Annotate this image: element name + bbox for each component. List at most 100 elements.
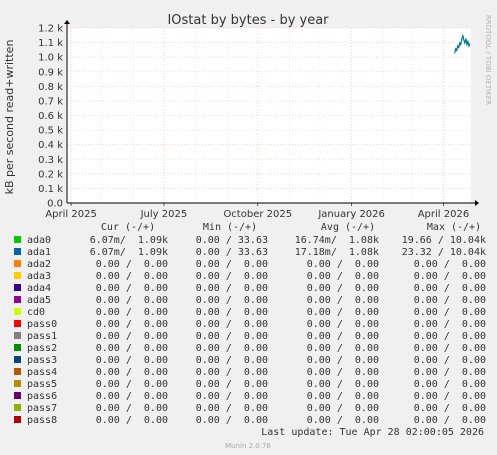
y-tick-label: 0.9 k — [38, 67, 63, 78]
legend-value: 0.00 / 0.00 — [96, 403, 168, 414]
legend-value: 0.00 / 0.00 — [196, 379, 268, 390]
legend-header: Max (-/+) — [427, 222, 481, 233]
legend-value: 17.18m/ 1.08k — [295, 247, 379, 258]
legend-value: 0.00 / 0.00 — [307, 415, 379, 426]
legend-value: 0.00 / 0.00 — [414, 259, 486, 270]
y-tick-label: 1.2 k — [38, 24, 63, 35]
legend-value: 0.00 / 0.00 — [196, 331, 268, 342]
iostat-chart: IOstat by bytes - by year kB per second … — [3, 13, 492, 450]
legend-swatch-pass7 — [14, 404, 21, 411]
y-tick-label: 0.6 k — [38, 111, 63, 122]
legend-value: 0.00 / 0.00 — [307, 271, 379, 282]
legend-name: cd0 — [27, 307, 45, 318]
legend-name: ada4 — [27, 283, 51, 294]
legend-swatch-pass6 — [14, 392, 21, 399]
legend-value: 0.00 / 0.00 — [96, 355, 168, 366]
legend-value: 0.00 / 0.00 — [96, 271, 168, 282]
legend-value: 0.00 / 0.00 — [196, 391, 268, 402]
legend-value: 0.00 / 0.00 — [414, 307, 486, 318]
legend-value: 0.00 / 0.00 — [96, 319, 168, 330]
legend-value: 0.00 / 33.63 — [196, 235, 268, 246]
legend-value: 0.00 / 0.00 — [196, 295, 268, 306]
munin-version: Munin 2.0.76 — [225, 442, 271, 450]
legend-value: 0.00 / 0.00 — [196, 355, 268, 366]
legend-header: Min (-/+) — [203, 222, 257, 233]
legend-value: 0.00 / 0.00 — [96, 283, 168, 294]
legend-value: 0.00 / 0.00 — [96, 367, 168, 378]
legend-value: 0.00 / 0.00 — [307, 343, 379, 354]
legend-swatch-ada0 — [14, 236, 21, 243]
legend-value: 0.00 / 0.00 — [414, 403, 486, 414]
legend-value: 0.00 / 0.00 — [196, 367, 268, 378]
legend-value: 0.00 / 0.00 — [96, 343, 168, 354]
legend-value: 0.00 / 0.00 — [307, 403, 379, 414]
legend-value: 0.00 / 0.00 — [196, 403, 268, 414]
legend-name: ada5 — [27, 295, 51, 306]
legend-value: 0.00 / 0.00 — [414, 295, 486, 306]
y-tick-label: 0.4 k — [38, 140, 63, 151]
y-tick-label: 1.1 k — [38, 38, 63, 49]
legend-value: 0.00 / 0.00 — [307, 259, 379, 270]
legend-swatch-pass8 — [14, 416, 21, 423]
legend-value: 0.00 / 0.00 — [96, 415, 168, 426]
x-axis-arrow — [475, 200, 479, 206]
legend-value: 0.00 / 0.00 — [96, 259, 168, 270]
x-tick-label: April 2026 — [418, 209, 469, 220]
x-tick-label: January 2026 — [317, 209, 385, 220]
legend-value: 0.00 / 0.00 — [414, 343, 486, 354]
legend-value: 0.00 / 0.00 — [307, 367, 379, 378]
y-tick-label: 0.5 k — [38, 126, 63, 137]
y-tick-label: 1.0 k — [38, 53, 63, 64]
chart-title: IOstat by bytes - by year — [167, 13, 329, 28]
legend-value: 0.00 / 0.00 — [196, 319, 268, 330]
legend-swatch-pass1 — [14, 332, 21, 339]
rrdtool-credit: RRDTOOL / TOBI OETIKER — [484, 15, 492, 105]
legend-value: 0.00 / 0.00 — [307, 319, 379, 330]
legend-name: pass5 — [27, 379, 57, 390]
legend-value: 0.00 / 0.00 — [307, 307, 379, 318]
legend-value: 0.00 / 0.00 — [414, 271, 486, 282]
legend-swatch-pass4 — [14, 368, 21, 375]
legend-value: 0.00 / 0.00 — [307, 331, 379, 342]
legend-value: 0.00 / 0.00 — [307, 295, 379, 306]
legend-value: 16.74m/ 1.08k — [295, 235, 379, 246]
legend-value: 23.32 / 10.04k — [402, 247, 486, 258]
legend-value: 0.00 / 0.00 — [196, 307, 268, 318]
legend-swatch-pass5 — [14, 380, 21, 387]
y-tick-label: 0.2 k — [38, 169, 63, 180]
legend-swatch-pass0 — [14, 320, 21, 327]
legend-name: ada1 — [27, 247, 51, 258]
legend-value: 0.00 / 0.00 — [196, 415, 268, 426]
legend-value: 0.00 / 0.00 — [196, 283, 268, 294]
legend-value: 0.00 / 0.00 — [414, 319, 486, 330]
x-tick-label: April 2025 — [45, 209, 96, 220]
legend-value: 0.00 / 0.00 — [196, 343, 268, 354]
legend-value: 0.00 / 0.00 — [96, 379, 168, 390]
legend-name: pass2 — [27, 343, 57, 354]
legend-value: 0.00 / 0.00 — [96, 391, 168, 402]
last-update: Last update: Tue Apr 28 02:00:05 2026 — [261, 427, 484, 438]
legend-value: 0.00 / 0.00 — [414, 379, 486, 390]
legend-swatch-ada3 — [14, 272, 21, 279]
legend-value: 19.66 / 10.04k — [402, 235, 486, 246]
legend-swatch-pass2 — [14, 344, 21, 351]
legend-value: 0.00 / 0.00 — [307, 355, 379, 366]
legend-swatch-ada4 — [14, 284, 21, 291]
legend-swatch-cd0 — [14, 308, 21, 315]
y-axis-label: kB per second read+written — [3, 40, 16, 195]
legend-value: 0.00 / 0.00 — [196, 259, 268, 270]
legend-value: 0.00 / 0.00 — [307, 379, 379, 390]
legend-name: ada0 — [27, 235, 51, 246]
legend-value: 0.00 / 0.00 — [307, 283, 379, 294]
legend-table: Cur (-/+) Min (-/+) Avg (-/+) Max (-/+) ada0… — [14, 222, 486, 426]
plot-area: 0.0 0.1 k 0.2 k 0.3 k 0.4 k 0.5 k 0.6 k 0.7 k 0.… — [38, 20, 479, 220]
y-tick-label: 0.8 k — [38, 82, 63, 93]
y-tick-label: 0.1 k — [38, 184, 63, 195]
legend-value: 0.00 / 0.00 — [414, 415, 486, 426]
legend-name: pass3 — [27, 355, 57, 366]
y-tick-label: 0.7 k — [38, 96, 63, 107]
legend-header: Cur (-/+) — [101, 222, 155, 233]
x-tick-label: October 2025 — [223, 209, 292, 220]
legend-value: 0.00 / 0.00 — [96, 307, 168, 318]
legend-value: 0.00 / 0.00 — [414, 367, 486, 378]
